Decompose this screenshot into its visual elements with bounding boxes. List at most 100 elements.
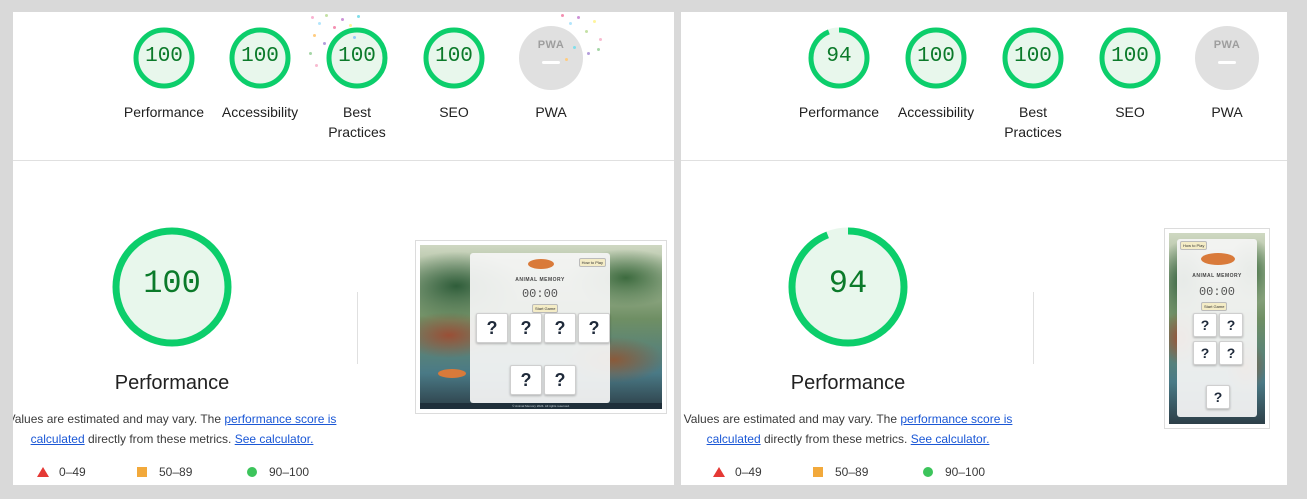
legend-average: 50–89 <box>137 465 192 479</box>
gauge-score: 100 <box>435 45 473 68</box>
main-score: 94 <box>828 265 868 302</box>
pwa-badge-icon <box>1195 26 1259 90</box>
memory-card[interactable]: ? <box>578 313 610 343</box>
desc-prefix: Values are estimated and may vary. The <box>683 412 901 426</box>
gauge-label: SEO <box>439 104 469 120</box>
memory-card[interactable]: ? <box>1219 313 1243 337</box>
gauge-score: 100 <box>241 45 279 68</box>
legend-range: 90–100 <box>269 465 310 479</box>
fish-icon <box>1201 253 1235 265</box>
pwa-badge-icon <box>519 26 583 90</box>
see-calculator-link[interactable]: See calculator. <box>911 432 990 446</box>
gauge-label: Performance <box>798 104 880 120</box>
pwa-badge-text: PWA <box>1213 39 1241 51</box>
gauge-score: 100 <box>338 45 376 68</box>
main-score: 100 <box>143 265 201 302</box>
report-panel-desktop: 100 Performance 100 Accessibility 100 Be… <box>13 12 674 485</box>
how-to-play-button[interactable]: How to Play <box>578 258 606 267</box>
screenshot-frame: How to Play ANIMAL MEMORY 00:00 Start Ga… <box>420 245 662 409</box>
score-description: Values are estimated and may vary. The p… <box>13 409 337 449</box>
gauge-performance[interactable]: 94 Performance <box>791 26 887 122</box>
vertical-separator <box>1033 292 1034 364</box>
memory-card[interactable]: ? <box>1193 313 1217 337</box>
gauge-accessibility[interactable]: 100 Accessibility <box>212 26 308 122</box>
gauge-label: PWA <box>1211 104 1243 120</box>
legend-range: 0–49 <box>59 465 86 479</box>
legend-pass: 90–100 <box>923 465 985 479</box>
see-calculator-link[interactable]: See calculator. <box>235 432 314 446</box>
memory-card[interactable]: ? <box>510 313 542 343</box>
section-divider <box>13 160 674 161</box>
start-game-button[interactable]: Start Game <box>532 304 559 313</box>
gauge-score: 100 <box>1014 45 1052 68</box>
score-description: Values are estimated and may vary. The p… <box>683 409 1013 449</box>
gauge-score: 100 <box>917 45 955 68</box>
desc-middle: directly from these metrics. <box>760 432 911 446</box>
screenshot-frame: How to Play ANIMAL MEMORY 00:00 Start Ga… <box>1169 233 1265 424</box>
game-title: ANIMAL MEMORY <box>1192 273 1242 279</box>
game-timer: 00:00 <box>1198 285 1235 299</box>
memory-card[interactable]: ? <box>476 313 508 343</box>
legend-fail: 0–49 <box>37 465 86 479</box>
report-panel-mobile: 94 Performance 100 Accessibility 100 Bes… <box>681 12 1287 485</box>
game-timer: 00:00 <box>521 287 558 301</box>
gauge-label: Best Practices <box>328 104 386 140</box>
gauge-pwa[interactable]: PWA PWA <box>1179 26 1275 122</box>
memory-card[interactable]: ? <box>1193 341 1217 365</box>
gauge-label: Accessibility <box>221 104 299 120</box>
screenshot-footer: © Animal Memory 2024. All rights reserve… <box>420 403 662 409</box>
legend-range: 0–49 <box>735 465 762 479</box>
gauge-score: 100 <box>1111 45 1149 68</box>
square-orange-icon <box>813 467 823 477</box>
pwa-dash-icon <box>1218 61 1236 64</box>
start-game-button[interactable]: Start Game <box>1201 302 1228 311</box>
memory-card[interactable]: ? <box>1206 385 1230 409</box>
final-screenshot-thumbnail[interactable]: How to Play ANIMAL MEMORY 00:00 Start Ga… <box>415 240 667 414</box>
desc-prefix: Values are estimated and may vary. The <box>13 412 225 426</box>
gauge-score: 100 <box>145 45 183 68</box>
square-orange-icon <box>137 467 147 477</box>
gauge-performance[interactable]: 100 Performance <box>116 26 212 122</box>
gauge-best-practices[interactable]: 100 Best Practices <box>985 26 1081 142</box>
desc-middle: directly from these metrics. <box>84 432 235 446</box>
vertical-separator <box>357 292 358 364</box>
pwa-badge-text: PWA <box>537 39 565 51</box>
section-divider <box>681 160 1287 161</box>
how-to-play-button[interactable]: How to Play <box>1180 241 1208 250</box>
gauge-label: Performance <box>123 104 205 120</box>
game-card: How to Play ANIMAL MEMORY 00:00 Start Ga… <box>1177 239 1257 417</box>
final-screenshot-thumbnail[interactable]: How to Play ANIMAL MEMORY 00:00 Start Ga… <box>1164 228 1270 429</box>
gauge-seo[interactable]: 100 SEO <box>406 26 502 122</box>
triangle-red-icon <box>37 467 49 477</box>
game-card: How to Play ANIMAL MEMORY 00:00 Start Ga… <box>470 253 610 403</box>
memory-card[interactable]: ? <box>544 365 576 395</box>
performance-main-gauge: 100 <box>110 225 234 349</box>
pwa-dash-icon <box>542 61 560 64</box>
performance-main-gauge: 94 <box>786 225 910 349</box>
gauge-seo[interactable]: 100 SEO <box>1082 26 1178 122</box>
legend-pass: 90–100 <box>247 465 309 479</box>
category-gauges: 94 Performance 100 Accessibility 100 Bes… <box>681 12 1287 160</box>
fish-decoration-icon <box>438 369 466 378</box>
main-title: Performance <box>114 372 230 394</box>
memory-card[interactable]: ? <box>1219 341 1243 365</box>
gauge-score: 94 <box>826 45 852 68</box>
legend-fail: 0–49 <box>713 465 762 479</box>
legend-average: 50–89 <box>813 465 868 479</box>
game-title: ANIMAL MEMORY <box>515 277 565 283</box>
circle-green-icon <box>247 467 257 477</box>
main-title: Performance <box>790 372 906 394</box>
gauge-label: Accessibility <box>897 104 975 120</box>
gauge-accessibility[interactable]: 100 Accessibility <box>888 26 984 122</box>
gauge-label: Best Practices <box>1004 104 1062 140</box>
category-gauges: 100 Performance 100 Accessibility 100 Be… <box>13 12 674 160</box>
memory-card[interactable]: ? <box>510 365 542 395</box>
gauge-label: SEO <box>1115 104 1145 120</box>
legend-range: 50–89 <box>159 465 193 479</box>
gauge-pwa[interactable]: PWA PWA <box>503 26 599 122</box>
memory-card[interactable]: ? <box>544 313 576 343</box>
fish-icon <box>528 259 554 269</box>
circle-green-icon <box>923 467 933 477</box>
legend-range: 50–89 <box>835 465 869 479</box>
gauge-label: PWA <box>535 104 567 120</box>
